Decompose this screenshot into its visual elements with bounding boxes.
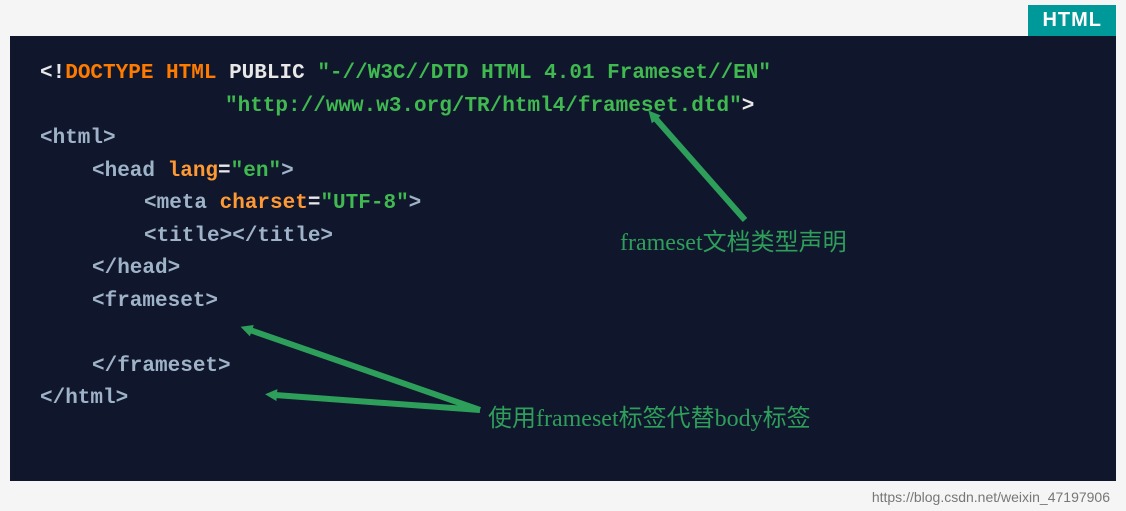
meta-open: <meta xyxy=(144,192,220,215)
eq1: = xyxy=(218,160,231,183)
charset-val: "UTF-8" xyxy=(320,192,408,215)
gt: > xyxy=(742,95,755,118)
html-keyword: HTML xyxy=(166,62,216,85)
language-badge: HTML xyxy=(1028,5,1116,36)
title-tag: <title></title> xyxy=(144,225,333,248)
doctype-open: <! xyxy=(40,62,65,85)
frameset-open-tag: <frameset> xyxy=(92,290,218,313)
eq2: = xyxy=(308,192,321,215)
html-open-tag: <html> xyxy=(40,127,116,150)
annotation-doctype: frameset文档类型声明 xyxy=(620,222,847,257)
head-close-tag: </head> xyxy=(92,257,180,280)
meta-gt: > xyxy=(409,192,422,215)
head-gt: > xyxy=(281,160,294,183)
doctype-fpi: "-//W3C//DTD HTML 4.01 Frameset//EN" xyxy=(317,62,771,85)
doctype-keyword: DOCTYPE xyxy=(65,62,153,85)
lang-attr: lang xyxy=(168,160,218,183)
screenshot-container: HTML <!DOCTYPE HTML PUBLIC "-//W3C//DTD … xyxy=(0,0,1126,511)
html-close-tag: </html> xyxy=(40,387,128,410)
lang-val: "en" xyxy=(231,160,281,183)
public-keyword: PUBLIC xyxy=(229,62,305,85)
head-open-lt: <head xyxy=(92,160,168,183)
annotation-frameset: 使用frameset标签代替body标签 xyxy=(488,398,811,433)
watermark: https://blog.csdn.net/weixin_47197906 xyxy=(872,489,1110,505)
doctype-url: "http://www.w3.org/TR/html4/frameset.dtd… xyxy=(225,95,742,118)
charset-attr: charset xyxy=(220,192,308,215)
frameset-close-tag: </frameset> xyxy=(92,355,231,378)
